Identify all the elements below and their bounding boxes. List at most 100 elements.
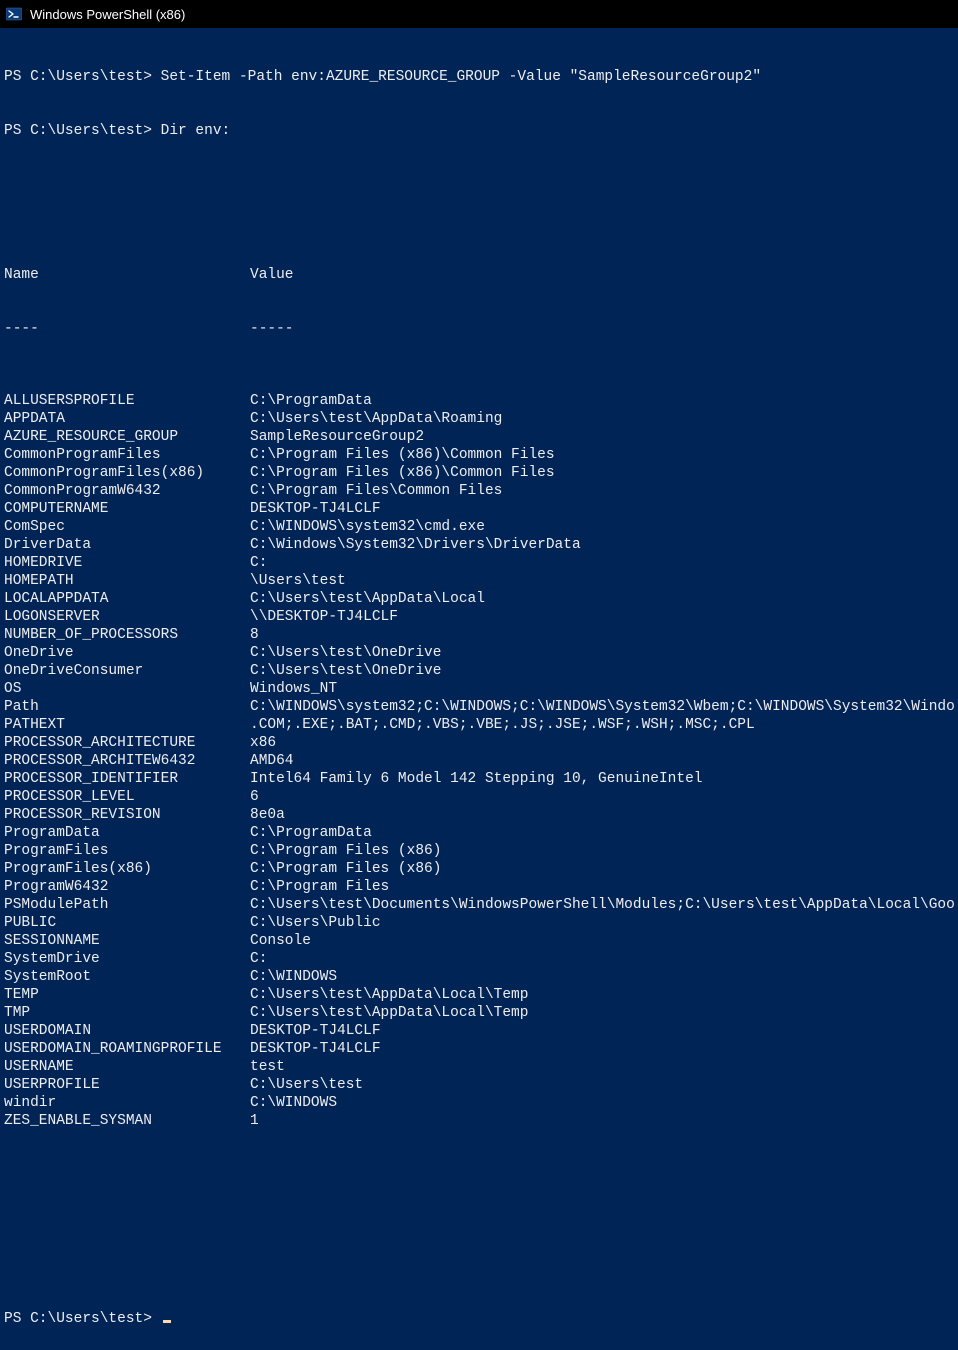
table-row: NUMBER_OF_PROCESSORS8 xyxy=(4,626,954,644)
env-var-name: ALLUSERSPROFILE xyxy=(4,392,250,410)
table-row: OSWindows_NT xyxy=(4,680,954,698)
env-var-name: windir xyxy=(4,1094,250,1112)
table-row: DriverDataC:\Windows\System32\Drivers\Dr… xyxy=(4,536,954,554)
table-row: USERPROFILEC:\Users\test xyxy=(4,1076,954,1094)
table-row: CommonProgramFiles(x86)C:\Program Files … xyxy=(4,464,954,482)
env-var-name: TEMP xyxy=(4,986,250,1004)
table-row: SESSIONNAMEConsole xyxy=(4,932,954,950)
table-row: CommonProgramFilesC:\Program Files (x86)… xyxy=(4,446,954,464)
table-row: APPDATAC:\Users\test\AppData\Roaming xyxy=(4,410,954,428)
env-var-value: C:\WINDOWS xyxy=(250,1094,954,1112)
env-var-value: C: xyxy=(250,950,954,968)
env-var-value: DESKTOP-TJ4LCLF xyxy=(250,1022,954,1040)
env-var-name: USERNAME xyxy=(4,1058,250,1076)
env-var-value: C:\Program Files (x86) xyxy=(250,860,954,878)
window-title: Windows PowerShell (x86) xyxy=(30,7,185,22)
table-row: OneDriveC:\Users\test\OneDrive xyxy=(4,644,954,662)
table-row: SystemRootC:\WINDOWS xyxy=(4,968,954,986)
env-var-name: CommonProgramFiles xyxy=(4,446,250,464)
env-var-value: C:\Users\test\OneDrive xyxy=(250,644,954,662)
env-var-name: PROCESSOR_LEVEL xyxy=(4,788,250,806)
env-var-name: ZES_ENABLE_SYSMAN xyxy=(4,1112,250,1130)
table-row: COMPUTERNAMEDESKTOP-TJ4LCLF xyxy=(4,500,954,518)
env-var-name: HOMEPATH xyxy=(4,572,250,590)
env-var-name: PROCESSOR_ARCHITEW6432 xyxy=(4,752,250,770)
env-var-name: ProgramData xyxy=(4,824,250,842)
table-row: PROCESSOR_IDENTIFIERIntel64 Family 6 Mod… xyxy=(4,770,954,788)
env-var-value: C:\WINDOWS\system32\cmd.exe xyxy=(250,518,954,536)
env-var-name: ProgramFiles xyxy=(4,842,250,860)
env-var-value: Intel64 Family 6 Model 142 Stepping 10, … xyxy=(250,770,954,788)
env-var-name: COMPUTERNAME xyxy=(4,500,250,518)
env-var-name: PSModulePath xyxy=(4,896,250,914)
table-row: USERNAMEtest xyxy=(4,1058,954,1076)
column-header-name-underline: ---- xyxy=(4,320,250,338)
env-var-value: C:\ProgramData xyxy=(250,824,954,842)
column-header-value: Value xyxy=(250,266,954,284)
command-line-2: PS C:\Users\test> Dir env: xyxy=(4,122,954,140)
env-var-value: C:\Users\Public xyxy=(250,914,954,932)
env-var-name: HOMEDRIVE xyxy=(4,554,250,572)
env-var-value: AMD64 xyxy=(250,752,954,770)
env-var-value: C:\Windows\System32\Drivers\DriverData xyxy=(250,536,954,554)
powershell-icon xyxy=(6,6,22,22)
env-var-value: C:\Users\test\OneDrive xyxy=(250,662,954,680)
env-var-name: OS xyxy=(4,680,250,698)
prompt-text: PS C:\Users\test> xyxy=(4,1311,152,1327)
env-var-name: ComSpec xyxy=(4,518,250,536)
table-row: HOMEPATH\Users\test xyxy=(4,572,954,590)
env-var-name: PROCESSOR_IDENTIFIER xyxy=(4,770,250,788)
table-header: Name Value xyxy=(4,266,954,284)
env-var-name: CommonProgramW6432 xyxy=(4,482,250,500)
env-var-value: \Users\test xyxy=(250,572,954,590)
env-var-value: DESKTOP-TJ4LCLF xyxy=(250,1040,954,1058)
env-var-value: C: xyxy=(250,554,954,572)
terminal-output[interactable]: PS C:\Users\test> Set-Item -Path env:AZU… xyxy=(0,28,958,1350)
env-var-name: TMP xyxy=(4,1004,250,1022)
table-row: ProgramFilesC:\Program Files (x86) xyxy=(4,842,954,860)
env-var-name: APPDATA xyxy=(4,410,250,428)
env-var-value: 6 xyxy=(250,788,954,806)
env-var-name: ProgramFiles(x86) xyxy=(4,860,250,878)
table-row: PROCESSOR_REVISION8e0a xyxy=(4,806,954,824)
table-row: PUBLICC:\Users\Public xyxy=(4,914,954,932)
env-var-name: ProgramW6432 xyxy=(4,878,250,896)
env-var-value: x86 xyxy=(250,734,954,752)
prompt-line[interactable]: PS C:\Users\test> xyxy=(4,1310,954,1328)
env-var-value: Windows_NT xyxy=(250,680,954,698)
table-row: HOMEDRIVEC: xyxy=(4,554,954,572)
table-row: ComSpecC:\WINDOWS\system32\cmd.exe xyxy=(4,518,954,536)
table-row: OneDriveConsumerC:\Users\test\OneDrive xyxy=(4,662,954,680)
env-var-value: C:\Program Files\Common Files xyxy=(250,482,954,500)
env-var-value: .COM;.EXE;.BAT;.CMD;.VBS;.VBE;.JS;.JSE;.… xyxy=(250,716,954,734)
column-header-value-underline: ----- xyxy=(250,320,954,338)
env-var-name: PUBLIC xyxy=(4,914,250,932)
env-var-value: Console xyxy=(250,932,954,950)
env-var-name: USERPROFILE xyxy=(4,1076,250,1094)
table-row: CommonProgramW6432C:\Program Files\Commo… xyxy=(4,482,954,500)
cursor-icon xyxy=(163,1320,171,1323)
env-var-value: C:\Program Files (x86)\Common Files xyxy=(250,446,954,464)
table-row: LOCALAPPDATAC:\Users\test\AppData\Local xyxy=(4,590,954,608)
env-var-value: 8e0a xyxy=(250,806,954,824)
env-var-value: DESKTOP-TJ4LCLF xyxy=(250,500,954,518)
env-var-value: C:\Program Files (x86)\Common Files xyxy=(250,464,954,482)
env-var-name: USERDOMAIN_ROAMINGPROFILE xyxy=(4,1040,250,1058)
env-var-name: LOGONSERVER xyxy=(4,608,250,626)
env-var-value: C:\Users\test\Documents\WindowsPowerShel… xyxy=(250,896,954,914)
env-var-value: C:\Users\test xyxy=(250,1076,954,1094)
env-var-name: SystemRoot xyxy=(4,968,250,986)
env-var-value: C:\WINDOWS\system32;C:\WINDOWS;C:\WINDOW… xyxy=(250,698,954,716)
env-var-value: C:\WINDOWS xyxy=(250,968,954,986)
env-var-name: PATHEXT xyxy=(4,716,250,734)
env-var-value: 1 xyxy=(250,1112,954,1130)
table-row: PathC:\WINDOWS\system32;C:\WINDOWS;C:\WI… xyxy=(4,698,954,716)
table-row: PROCESSOR_ARCHITECTUREx86 xyxy=(4,734,954,752)
table-row: TMPC:\Users\test\AppData\Local\Temp xyxy=(4,1004,954,1022)
table-row: windirC:\WINDOWS xyxy=(4,1094,954,1112)
blank-line xyxy=(4,1238,954,1256)
env-var-name: PROCESSOR_REVISION xyxy=(4,806,250,824)
window-titlebar[interactable]: Windows PowerShell (x86) xyxy=(0,0,958,28)
env-var-value: C:\Users\test\AppData\Local\Temp xyxy=(250,1004,954,1022)
env-var-name: OneDriveConsumer xyxy=(4,662,250,680)
